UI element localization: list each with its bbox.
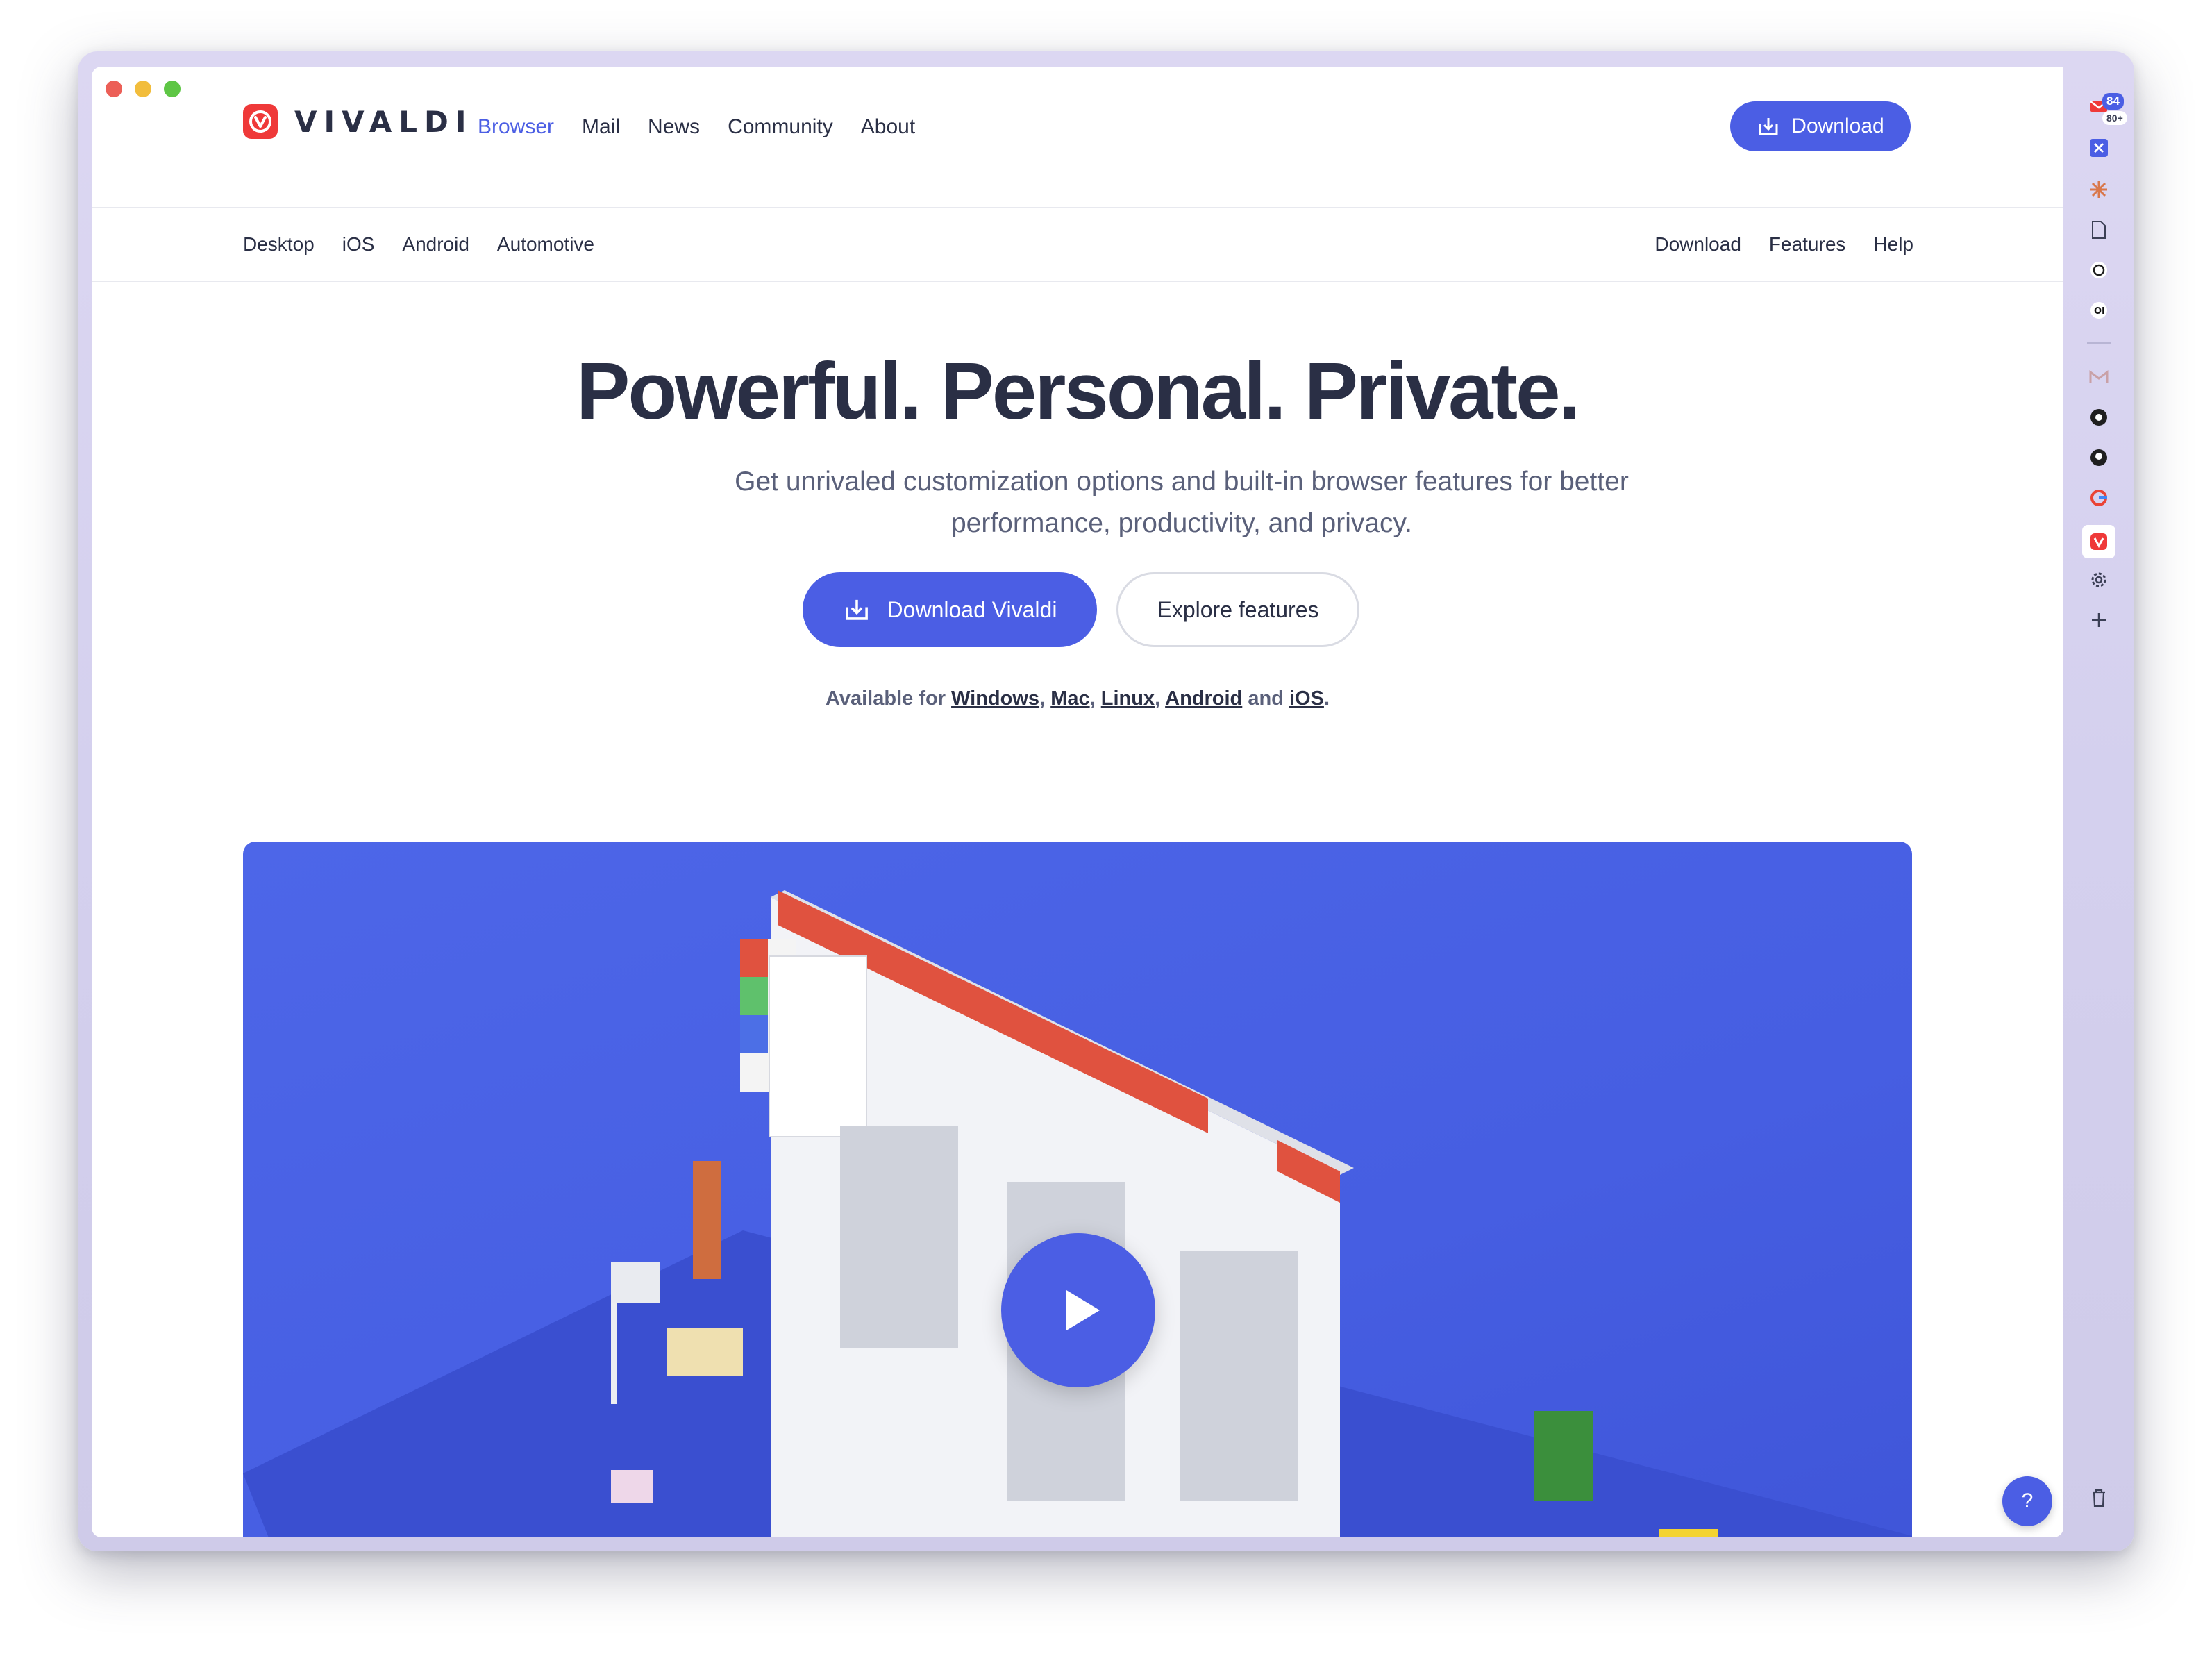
svg-text:OI: OI [2094,306,2105,317]
star-burst-icon[interactable] [2086,176,2112,203]
help-button[interactable]: ? [2002,1476,2052,1526]
vivaldi-logo[interactable]: VIVALDI [243,104,474,139]
platform-link-windows[interactable]: Windows [951,687,1039,710]
download-icon [845,599,868,620]
play-icon [1066,1290,1100,1330]
main-links: Browser Mail News Community About [478,115,915,139]
subnav-desktop[interactable]: Desktop [243,233,315,256]
panel-divider [2087,342,2111,344]
download-vivaldi-button[interactable]: Download Vivaldi [803,572,1097,647]
sub-navigation: Desktop iOS Android Automotive Download … [92,208,2063,282]
minimize-window-button[interactable] [135,81,151,97]
document-icon[interactable] [2086,217,2112,243]
top-navigation: VIVALDI Browser Mail News Community Abou… [92,67,2063,208]
nav-link-mail[interactable]: Mail [582,115,620,139]
gmail-icon[interactable] [2086,364,2112,390]
availability-line: Available for Windows, Mac, Linux, Andro… [826,687,1330,710]
vivaldi-logo-icon [243,104,278,139]
vivaldi-icon[interactable] [2082,525,2115,558]
platform-link-ios[interactable]: iOS [1289,687,1324,710]
nav-link-about[interactable]: About [861,115,915,139]
settings-icon[interactable] [2086,567,2112,593]
platform-link-android[interactable]: Android [1165,687,1242,710]
maximize-window-button[interactable] [164,81,181,97]
browser-window: VIVALDI Browser Mail News Community Abou… [78,51,2134,1551]
close-window-button[interactable] [106,81,122,97]
subnav-android[interactable]: Android [402,233,469,256]
subnav-help[interactable]: Help [1873,233,1913,256]
explore-features-button[interactable]: Explore features [1116,572,1359,647]
chatgpt-icon[interactable] [2086,257,2112,283]
platform-link-mac[interactable]: Mac [1050,687,1089,710]
trash-icon[interactable] [2086,1485,2112,1511]
header-download-label: Download [1791,115,1884,137]
logo-wordmark: VIVALDI [294,104,474,139]
nav-link-community[interactable]: Community [728,115,833,139]
platform-link-linux[interactable]: Linux [1101,687,1155,710]
hero-subtitle: Get unrivaled customization options and … [735,467,1629,538]
subnav-ios[interactable]: iOS [342,233,375,256]
lego-browser-illustration [243,890,1912,1537]
available-prefix: Available for [826,687,946,710]
x-icon[interactable] [2086,135,2112,161]
resource-links: Download Features Help [1654,233,1913,256]
hero-title: Powerful. Personal. Private. [576,346,1581,436]
nav-link-news[interactable]: News [648,115,700,139]
page-viewport: VIVALDI Browser Mail News Community Abou… [92,67,2063,1537]
header-download-button[interactable]: Download [1730,101,1911,151]
traffic-lights [106,81,181,97]
available-joiner: and [1248,687,1284,710]
add-panel-icon[interactable] [2086,607,2112,633]
platform-links: Desktop iOS Android Automotive [243,233,594,256]
subnav-features[interactable]: Features [1769,233,1846,256]
target-icon[interactable] [2086,404,2112,431]
play-video-button[interactable] [1001,1233,1155,1387]
download-icon [1759,118,1778,135]
mail-unread-badge: 84 [2102,93,2124,110]
github-icon[interactable] [2086,444,2112,471]
nav-link-browser[interactable]: Browser [478,115,554,139]
hero-video[interactable] [243,842,1912,1537]
mail-sub-badge: 80+ [2102,111,2127,125]
subnav-download[interactable]: Download [1654,233,1741,256]
subnav-automotive[interactable]: Automotive [497,233,594,256]
side-panel: 84 80+ OI [2063,51,2134,1551]
download-vivaldi-label: Download Vivaldi [887,596,1057,622]
open-icon[interactable]: OI [2086,297,2112,324]
google-icon[interactable] [2086,485,2112,511]
